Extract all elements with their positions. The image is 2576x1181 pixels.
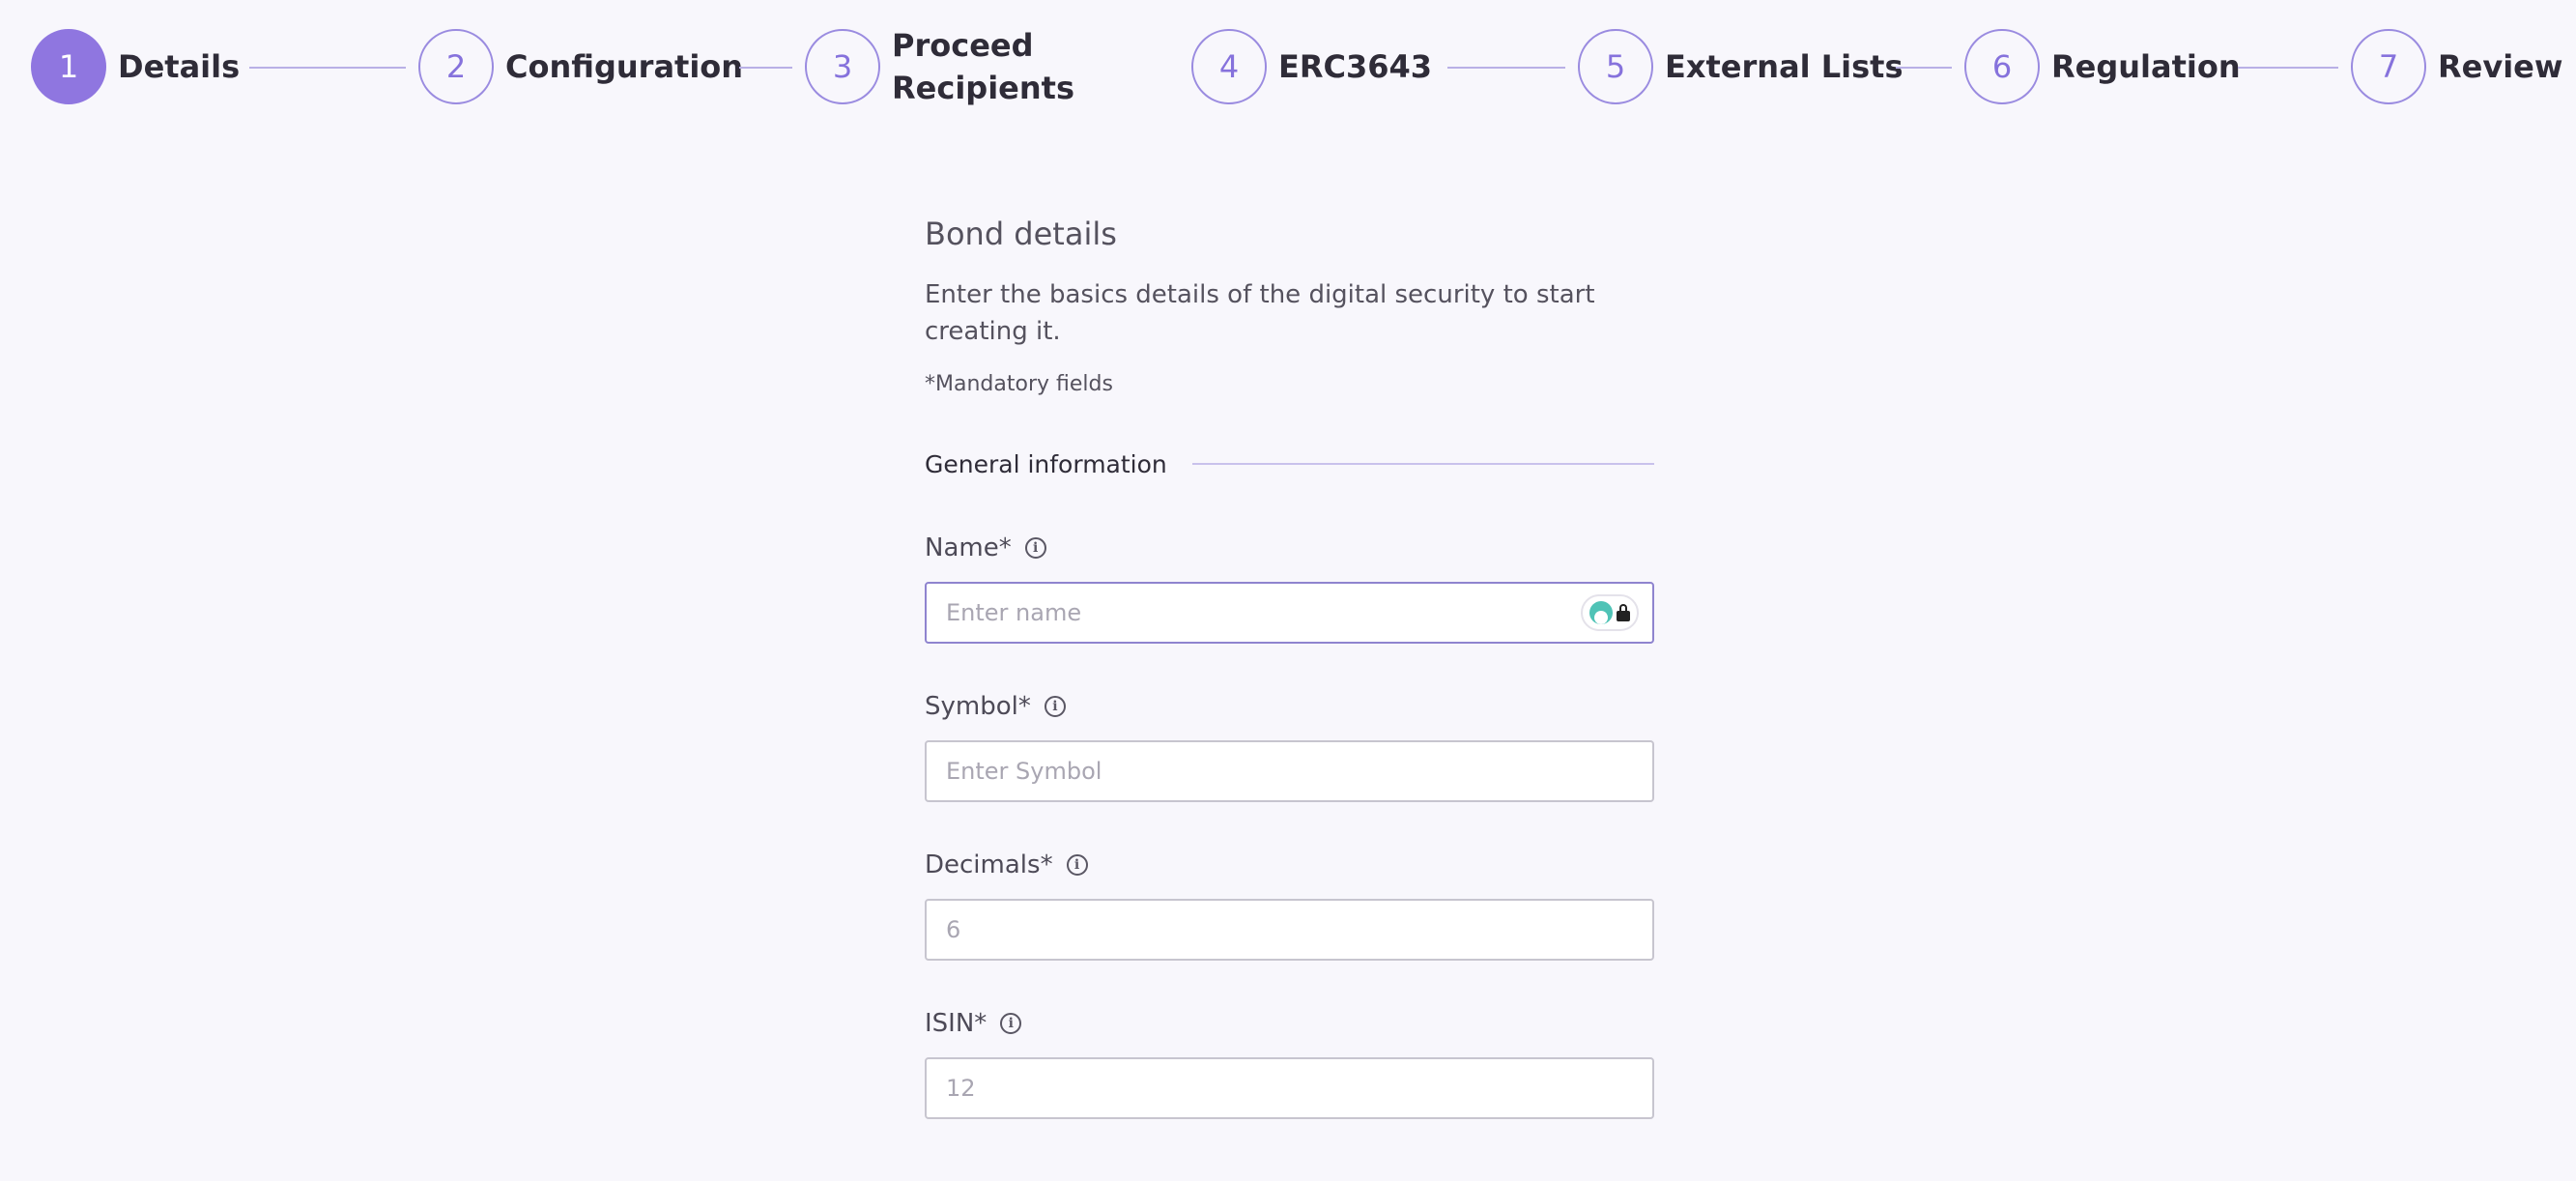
step-external-lists[interactable]: 5 External Lists [1578,29,1903,104]
step-number: 6 [1964,29,2040,104]
field-decimals: Decimals* i [925,849,1654,961]
step-number: 4 [1191,29,1267,104]
step-connector [1896,67,1952,69]
section-divider [1191,463,1654,465]
step-label: Review [2438,48,2563,85]
field-label: Name* [925,533,1012,562]
form-description: Enter the basics details of the digital … [925,280,1595,346]
step-number: 1 [31,29,106,104]
stepper: 1 Details 2 Configuration 3 Proceed Reci… [0,0,2576,135]
step-label: External Lists [1665,48,1903,85]
step-connector [249,67,406,69]
mandatory-note: *Mandatory fields [925,372,1113,396]
step-label: Details [118,48,241,85]
step-number: 5 [1578,29,1653,104]
info-icon[interactable]: i [1000,1013,1022,1034]
symbol-input[interactable] [925,740,1654,802]
step-erc3643[interactable]: 4 ERC3643 [1191,29,1432,104]
step-connector [2238,67,2338,69]
step-label: Configuration [505,48,744,85]
form-title: Bond details [925,216,1117,252]
info-icon[interactable]: i [1024,537,1046,559]
field-name: Name* i [925,532,1654,644]
field-symbol: Symbol* i [925,690,1654,802]
section-title: General information [925,449,1167,478]
step-review[interactable]: 7 Review [2351,29,2562,104]
step-details[interactable]: 1 Details [31,29,240,104]
password-manager-logo-icon [1589,601,1613,624]
step-connector [739,67,792,69]
step-proceed-recipients[interactable]: 3 Proceed Recipients [805,27,1075,106]
step-connector [1447,67,1565,69]
isin-input[interactable] [925,1057,1654,1119]
password-manager-icon[interactable] [1581,594,1639,631]
step-regulation[interactable]: 6 Regulation [1964,29,2241,104]
step-label: Proceed Recipients [892,27,1074,106]
step-configuration[interactable]: 2 Configuration [418,29,743,104]
lock-icon [1617,604,1630,621]
step-number: 7 [2351,29,2426,104]
step-number: 2 [418,29,494,104]
field-isin: ISIN* i [925,1007,1654,1119]
step-label: ERC3643 [1278,48,1433,85]
step-label: Regulation [2051,48,2241,85]
decimals-input[interactable] [925,899,1654,961]
step-number: 3 [805,29,880,104]
field-label: Symbol* [925,692,1031,721]
name-input[interactable] [925,582,1654,644]
field-label: Decimals* [925,850,1053,879]
section-general-information: General information [925,448,1654,479]
bond-details-form: Bond details Enter the basics details of… [925,213,1654,1119]
info-icon[interactable]: i [1044,696,1066,717]
field-label: ISIN* [925,1009,987,1038]
info-icon[interactable]: i [1066,854,1088,876]
